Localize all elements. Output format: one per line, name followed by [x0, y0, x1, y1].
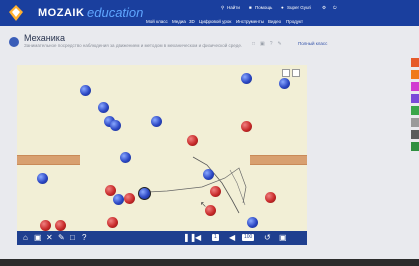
blue-particle[interactable] [80, 85, 91, 96]
bottom-strip [0, 259, 419, 266]
red-particle[interactable] [107, 217, 118, 228]
zoom-select[interactable]: 100 [242, 234, 255, 241]
red-particle[interactable] [187, 135, 198, 146]
step-back-icon[interactable]: ◀ [195, 233, 201, 243]
side-tab-1[interactable] [411, 58, 419, 67]
blue-particle[interactable] [151, 116, 162, 127]
mozaik-logo-icon [9, 5, 23, 21]
side-tab-7[interactable] [411, 130, 419, 139]
blue-particle[interactable] [279, 78, 290, 89]
document-icon[interactable]: ▣ [34, 233, 42, 243]
user-name[interactable]: Super Gyuri [287, 5, 311, 10]
speed-down-icon[interactable]: ◀ [229, 233, 235, 243]
edit-icon[interactable]: ✎ [278, 41, 287, 47]
info-icon[interactable]: ? [270, 41, 278, 47]
menu-product[interactable]: Продукт [286, 19, 303, 24]
blue-particle[interactable] [203, 169, 214, 180]
search-icon[interactable]: ⚲ [221, 5, 224, 11]
search-link[interactable]: Найти [227, 5, 240, 10]
fullscreen-icon[interactable]: ▣ [260, 41, 270, 47]
brand-sub: education [87, 5, 144, 20]
menu-my-class[interactable]: Мой класс [146, 19, 168, 24]
red-particle[interactable] [55, 220, 66, 231]
red-particle[interactable] [210, 186, 221, 197]
page-subtitle: Занимательное посредство наблюдения за д… [24, 43, 243, 48]
pen-icon[interactable]: ✎ [58, 233, 65, 243]
menu-tools[interactable]: Инструменты [236, 19, 264, 24]
blue-particle[interactable] [241, 73, 252, 84]
speed-select[interactable]: 1 [212, 234, 219, 241]
reset-icon[interactable]: ↺ [264, 233, 271, 243]
simulation-stage[interactable]: ↖ ⌂ ▣ ✕ ✎ □ ? ❚❚ ◀ 1 ◀ 100 ↺ ▣ [17, 65, 307, 245]
power-icon[interactable]: ⏻ [333, 5, 337, 10]
menu-video[interactable]: Видео [268, 19, 281, 24]
menu-digital-lesson[interactable]: Цифровой урок [199, 19, 231, 24]
side-tab-4[interactable] [411, 94, 419, 103]
side-tab-5[interactable] [411, 106, 419, 115]
stage-fullscreen-icon[interactable] [292, 69, 300, 77]
side-tab-6[interactable] [411, 118, 419, 127]
screen-icon[interactable]: ▣ [279, 233, 287, 243]
blue-particle[interactable] [113, 194, 124, 205]
share-icon[interactable]: □ [252, 41, 260, 47]
blue-particle[interactable] [247, 217, 258, 228]
red-particle[interactable] [105, 185, 116, 196]
tools-icon[interactable]: ✕ [46, 233, 53, 243]
page-title: Механика [24, 33, 65, 43]
trajectory-paths [147, 156, 247, 214]
tracked-particle[interactable] [138, 187, 151, 200]
blue-particle[interactable] [37, 173, 48, 184]
home-icon[interactable]: ⌂ [23, 233, 28, 243]
blue-particle[interactable] [98, 102, 109, 113]
user-icon[interactable]: ● [281, 5, 284, 10]
header-actions: □▣?✎ [252, 41, 287, 47]
brand-name[interactable]: MOZAIK [38, 7, 84, 19]
lesson-link[interactable]: Полный класс [298, 41, 327, 46]
red-particle[interactable] [265, 192, 276, 203]
help-icon[interactable]: ? [82, 233, 86, 243]
top-nav-bar: MOZAIK education Мой класс Медиа 3D Цифр… [0, 0, 419, 26]
help-link[interactable]: Помощь [255, 5, 272, 10]
red-particle[interactable] [40, 220, 51, 231]
red-particle[interactable] [124, 193, 135, 204]
menu-media[interactable]: Медиа [172, 19, 186, 24]
settings-icon[interactable]: ⚙ [322, 5, 326, 11]
mouse-cursor-icon: ↖ [200, 200, 207, 209]
simulation-toolbar: ⌂ ▣ ✕ ✎ □ ? ❚❚ ◀ 1 ◀ 100 ↺ ▣ [17, 231, 307, 245]
red-particle[interactable] [241, 121, 252, 132]
side-tab-3[interactable] [411, 82, 419, 91]
eraser-icon[interactable]: □ [70, 233, 75, 243]
blue-particle[interactable] [120, 152, 131, 163]
side-tab-2[interactable] [411, 70, 419, 79]
mechanics-icon [9, 37, 19, 47]
help-icon[interactable]: ■ [249, 5, 252, 10]
menu-3d[interactable]: 3D [189, 19, 195, 24]
stage-zoom-icon[interactable] [282, 69, 290, 77]
blue-particle[interactable] [110, 120, 121, 131]
side-tab-8[interactable] [411, 142, 419, 151]
